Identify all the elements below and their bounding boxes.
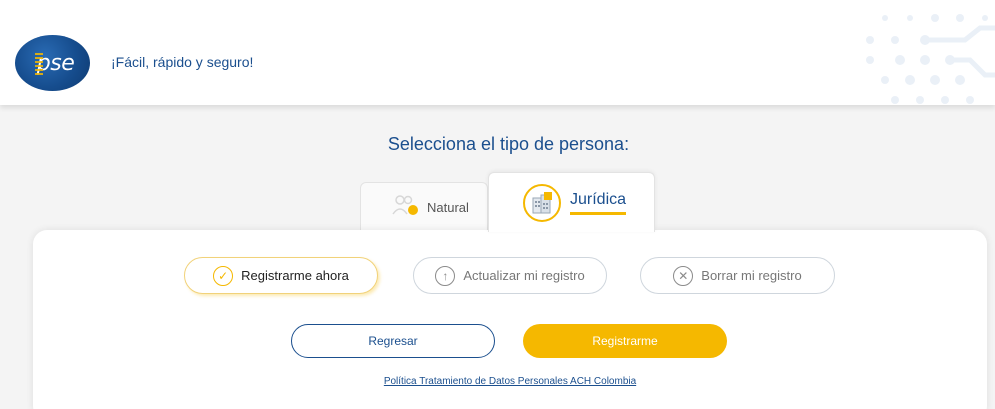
check-circle-icon: ✓: [213, 265, 234, 286]
option-delete-registration[interactable]: ✕ Borrar mi registro: [640, 257, 835, 294]
tab-juridica-label: Jurídica: [570, 191, 627, 215]
back-button[interactable]: Regresar: [291, 324, 495, 358]
option-register-now[interactable]: ✓ Registrarme ahora: [184, 257, 378, 294]
x-circle-icon: ✕: [673, 265, 694, 286]
option-register-now-label: Registrarme ahora: [241, 268, 349, 283]
tab-natural[interactable]: Natural: [360, 182, 488, 232]
pse-logo: pse: [15, 35, 90, 91]
option-delete-registration-label: Borrar mi registro: [701, 268, 802, 283]
logo-dots-decoration: [35, 53, 43, 75]
option-update-registration[interactable]: ↑ Actualizar mi registro: [413, 257, 607, 294]
header: pse ¡Fácil, rápido y seguro!: [0, 0, 995, 105]
privacy-policy-link[interactable]: Política Tratamiento de Datos Personales…: [33, 376, 987, 387]
registration-card: ✓ Registrarme ahora ↑ Actualizar mi regi…: [33, 230, 987, 409]
arrow-up-circle-icon: ↑: [435, 265, 456, 286]
option-update-registration-label: Actualizar mi registro: [463, 268, 585, 283]
building-icon: [523, 183, 561, 222]
people-icon: [391, 194, 421, 221]
tab-juridica[interactable]: Jurídica: [488, 172, 655, 232]
register-button[interactable]: Registrarme: [523, 324, 727, 358]
circuit-dots-decoration: [866, 14, 995, 104]
tab-natural-label: Natural: [427, 200, 469, 215]
page-title: Selecciona el tipo de persona:: [387, 134, 630, 154]
tagline: ¡Fácil, rápido y seguro!: [111, 54, 254, 70]
